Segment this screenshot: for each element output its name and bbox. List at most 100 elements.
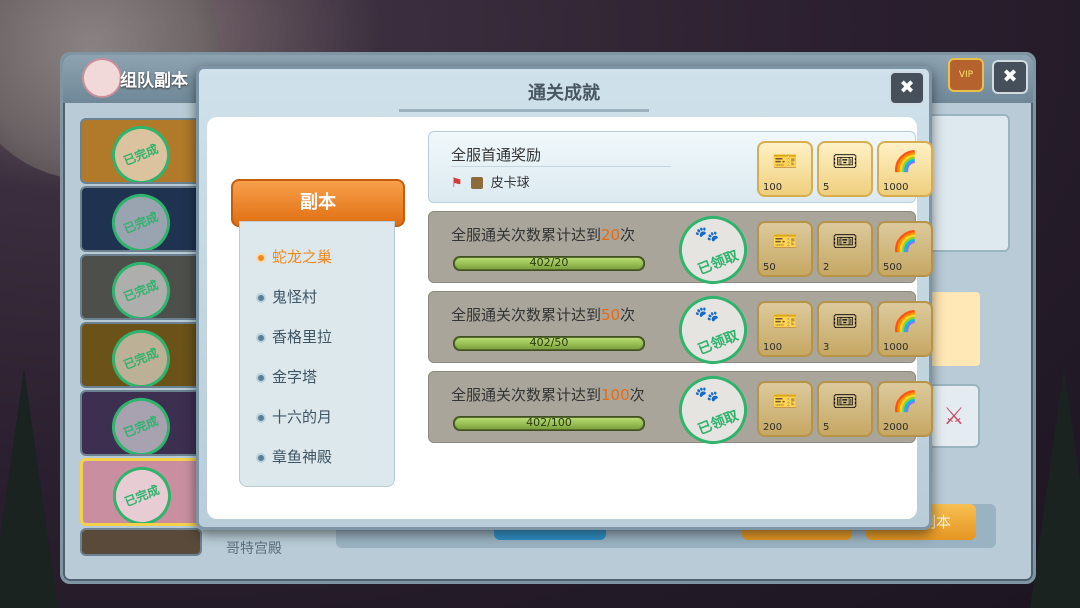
vip-icon[interactable]: VIP xyxy=(948,58,984,92)
category-label: 香格里拉 xyxy=(272,328,333,346)
player-name: 皮卡球 xyxy=(490,176,530,191)
boss-portrait xyxy=(920,114,1010,252)
dungeon-bottom-label: 哥特宫殿 xyxy=(226,541,282,557)
reward-amount: 200 xyxy=(763,422,783,433)
first-clear-title: 全服首通奖励 xyxy=(451,146,542,164)
dungeon-card[interactable] xyxy=(80,528,202,556)
reward-slot[interactable]: 🌈 2000 xyxy=(877,381,933,437)
completed-stamp: 已完成 xyxy=(103,324,179,386)
rainbow-orb-icon: 🌈 xyxy=(892,389,918,413)
reward-slot[interactable]: 🎫 200 xyxy=(757,381,813,437)
reward-amount: 50 xyxy=(763,262,776,273)
progress-bar: 402/20 xyxy=(453,256,645,271)
reward-amount: 500 xyxy=(883,262,903,273)
category-item[interactable]: 香格里拉 xyxy=(258,326,332,347)
bullet-icon xyxy=(258,414,264,421)
category-item[interactable]: 十六的月 xyxy=(258,406,332,427)
reward-slot[interactable]: 🌈 500 xyxy=(877,221,933,277)
progress-text: 402/20 xyxy=(529,256,569,269)
category-label: 鬼怪村 xyxy=(272,288,318,306)
reward-slot[interactable]: 🎟 3 xyxy=(817,301,873,357)
dungeon-card[interactable]: 已完成 xyxy=(80,186,202,252)
category-label: 章鱼神殿 xyxy=(272,448,333,466)
modal-close-button[interactable]: ✖ xyxy=(889,71,925,105)
title-divider xyxy=(399,109,649,112)
ticket-icon: 🎫 xyxy=(772,149,798,173)
reward-amount: 100 xyxy=(763,342,783,353)
reward-slot[interactable]: 🌈 1000 xyxy=(877,141,933,197)
category-item[interactable]: 蛇龙之巢 xyxy=(258,246,332,267)
ticket-icon: 🎫 xyxy=(772,229,798,253)
dungeon-card[interactable]: 已完成 xyxy=(80,254,202,320)
row-divider xyxy=(451,166,671,167)
bullet-icon xyxy=(258,334,264,341)
category-item[interactable]: 金字塔 xyxy=(258,366,317,387)
first-clear-row: 全服首通奖励 ⚑ 皮卡球 🎫 100 🎟 5 🌈 1000 xyxy=(428,131,933,203)
completed-stamp: 已完成 xyxy=(103,188,179,250)
reward-amount: 3 xyxy=(823,342,830,353)
bullet-icon xyxy=(258,294,264,301)
category-list: 蛇龙之巢 鬼怪村 香格里拉 金字塔 十六的月 章鱼神殿 xyxy=(239,221,395,487)
dungeon-list: 已完成 已完成 已完成 已完成 已完成 已完成 xyxy=(80,114,204,556)
completed-stamp: 已完成 xyxy=(103,256,179,318)
tree-decoration xyxy=(1030,368,1080,608)
claimed-stamp: 🐾 已领取 xyxy=(668,205,758,295)
reward-amount: 100 xyxy=(763,182,783,193)
progress-bar: 402/50 xyxy=(453,336,645,351)
rainbow-orb-icon: 🌈 xyxy=(892,229,918,253)
pink-ticket-icon: 🎟 xyxy=(832,309,858,333)
modal-title: 通关成就 xyxy=(528,83,600,104)
team-dungeon-logo-icon xyxy=(82,58,122,98)
reward-amount: 1000 xyxy=(883,342,909,353)
ticket-icon: 🎫 xyxy=(772,389,798,413)
category-label: 十六的月 xyxy=(272,408,333,426)
completed-stamp: 已完成 xyxy=(103,120,179,182)
reward-amount: 1000 xyxy=(883,182,909,193)
achievement-row: 全服通关次数累计达到100次 402/100 🎫 200 🎟 5 🌈 2000 🐾 已领… xyxy=(428,365,933,455)
progress-bar: 402/100 xyxy=(453,416,645,431)
reward-slot[interactable]: 🎫 100 xyxy=(757,141,813,197)
pink-ticket-icon: 🎟 xyxy=(832,229,858,253)
reward-slot[interactable]: 🌈 1000 xyxy=(877,301,933,357)
team-dungeon-title: 组队副本 xyxy=(120,71,188,91)
flag-icon: ⚑ xyxy=(451,176,463,191)
reward-amount: 2 xyxy=(823,262,830,273)
dungeon-card[interactable]: 已完成 xyxy=(80,390,202,456)
reward-slot[interactable]: 🎟 2 xyxy=(817,221,873,277)
category-item[interactable]: 鬼怪村 xyxy=(258,286,317,307)
claimed-stamp: 🐾 已领取 xyxy=(668,365,758,455)
achievement-title: 全服通关次数累计达到20次 xyxy=(451,226,636,244)
ticket-icon: 🎫 xyxy=(772,309,798,333)
progress-text: 402/100 xyxy=(526,416,572,429)
dungeon-card[interactable]: 已完成 xyxy=(80,118,202,184)
claimed-stamp: 🐾 已领取 xyxy=(668,285,758,375)
reward-amount: 5 xyxy=(823,182,830,193)
dungeon-card[interactable]: 已完成 xyxy=(80,322,202,388)
progress-text: 402/50 xyxy=(529,336,569,349)
achievement-row: 全服通关次数累计达到50次 402/50 🎫 100 🎟 3 🌈 1000 🐾 已领取 xyxy=(428,285,933,375)
bullet-icon xyxy=(258,254,264,261)
achievement-row: 全服通关次数累计达到20次 402/20 🎫 50 🎟 2 🌈 500 🐾 已领取 xyxy=(428,205,933,295)
category-label: 金字塔 xyxy=(272,368,318,386)
dungeon-card-selected[interactable]: 已完成 xyxy=(80,458,204,526)
reward-slot[interactable]: 🎫 100 xyxy=(757,301,813,357)
weapon-item-icon[interactable]: ⚔ xyxy=(928,384,980,448)
rainbow-orb-icon: 🌈 xyxy=(892,309,918,333)
team-dungeon-close-button[interactable]: ✖ xyxy=(992,60,1028,94)
category-tab-dungeon[interactable]: 副本 xyxy=(231,179,405,227)
pink-ticket-icon: 🎟 xyxy=(832,389,858,413)
tree-decoration xyxy=(0,368,58,608)
rainbow-orb-icon: 🌈 xyxy=(892,149,918,173)
reward-slot[interactable]: 🎫 50 xyxy=(757,221,813,277)
clear-achievement-modal: 通关成就 ✖ 副本 蛇龙之巢 鬼怪村 香格里拉 金字塔 十六的月 章鱼神殿 全服… xyxy=(196,66,933,530)
reward-slot[interactable]: 🎟 5 xyxy=(817,141,873,197)
modal-content: 副本 蛇龙之巢 鬼怪村 香格里拉 金字塔 十六的月 章鱼神殿 全服首通奖励 ⚑ 皮… xyxy=(207,117,933,519)
reward-slot[interactable]: 🎟 5 xyxy=(817,381,873,437)
first-clear-player: ⚑ 皮卡球 xyxy=(451,172,530,191)
completed-stamp: 已完成 xyxy=(103,392,179,454)
reward-amount: 2000 xyxy=(883,422,909,433)
category-label: 蛇龙之巢 xyxy=(272,248,333,266)
guild-badge-icon xyxy=(470,177,483,189)
reward-amount: 5 xyxy=(823,422,830,433)
category-item[interactable]: 章鱼神殿 xyxy=(258,446,332,467)
